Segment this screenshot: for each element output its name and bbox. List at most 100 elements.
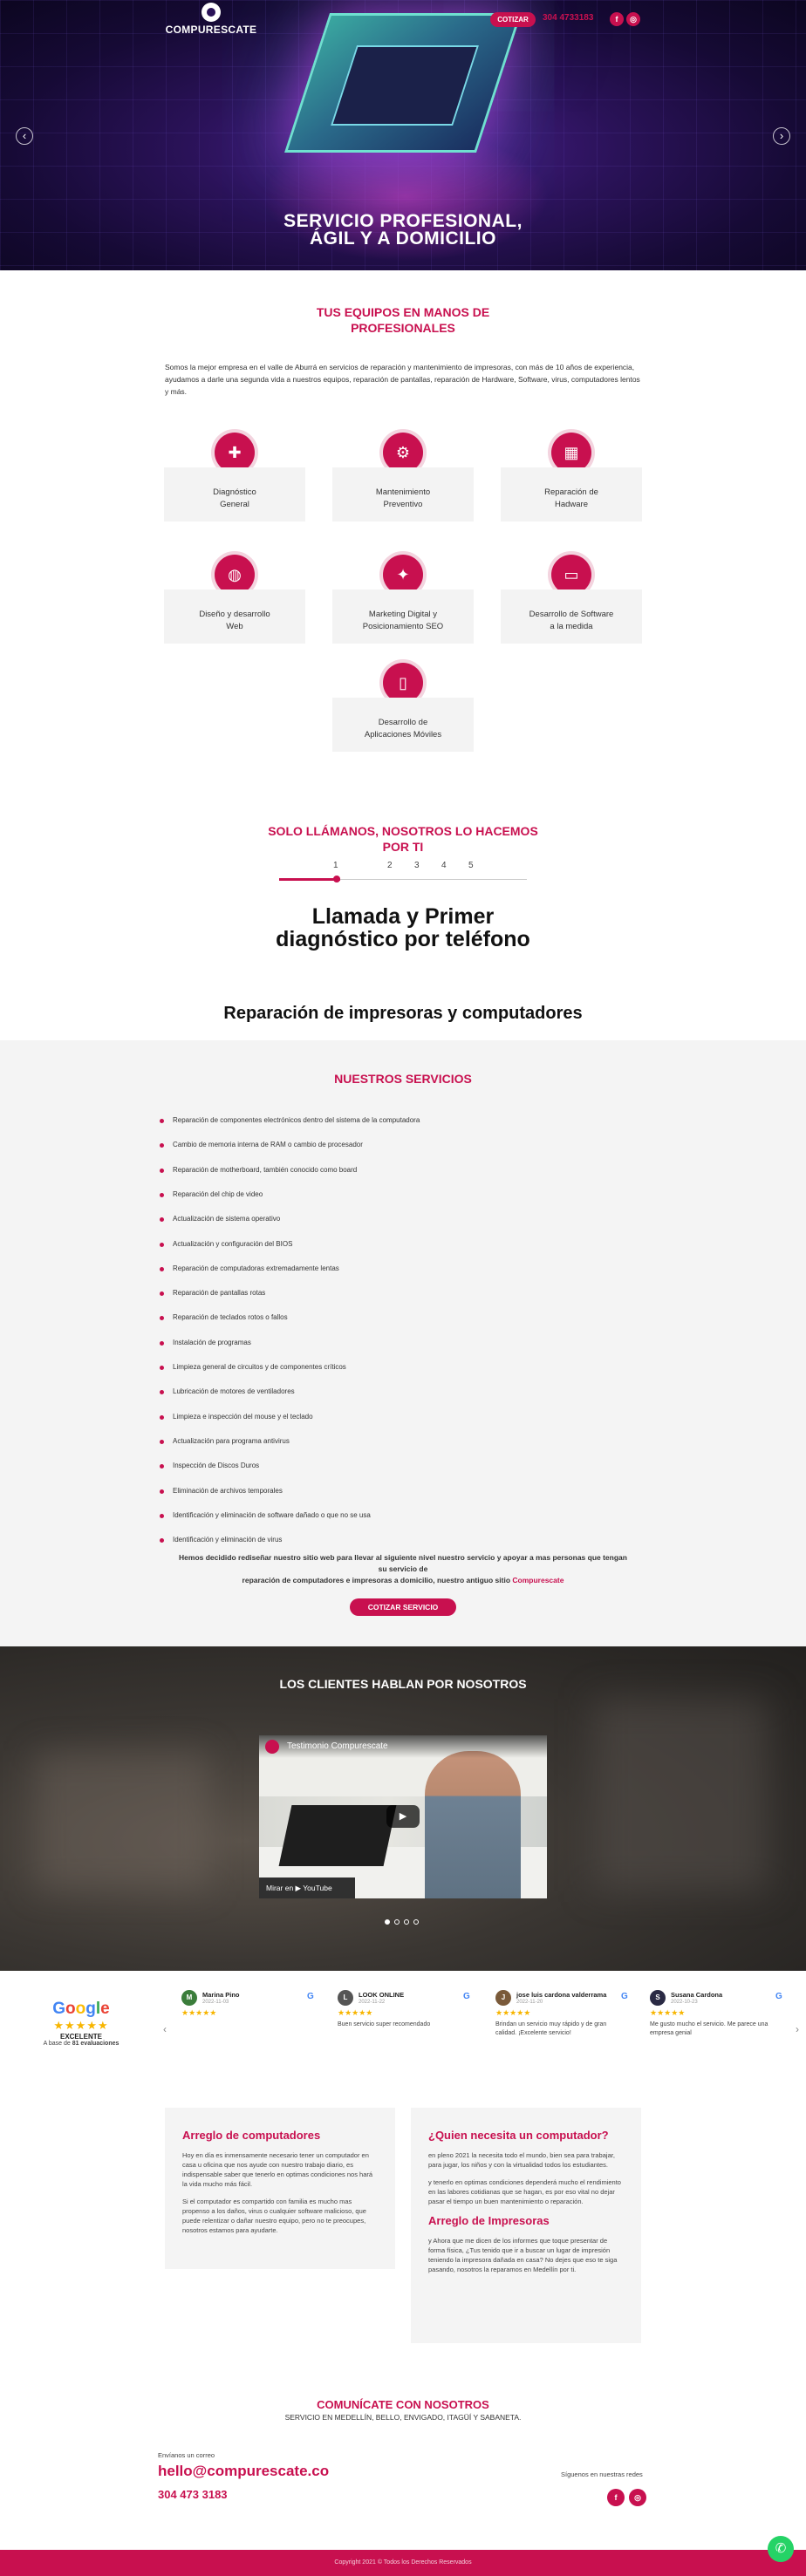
- carousel-dot-2[interactable]: [394, 1919, 400, 1925]
- review-text: Buen servicio super recomendado: [338, 2021, 431, 2027]
- hero-prev-arrow-icon[interactable]: ‹: [16, 127, 33, 145]
- service-card-label: Desarrollo de: [378, 718, 428, 727]
- google-rating-summary: Google ★★★★★ EXCELENTE A base de 81 eval…: [42, 2000, 120, 2047]
- google-logo: Google: [52, 2000, 110, 2018]
- channel-logo-icon: [265, 1740, 279, 1754]
- article-title: Arreglo de Impresoras: [428, 2214, 550, 2227]
- list-bullet-icon: [160, 1169, 164, 1173]
- service-card-label: General: [220, 500, 249, 509]
- review-card: Jjose luis cardona valderrama 2022-11-20 G…: [495, 1990, 644, 2077]
- service-list-item: Reparación de pantallas rotas: [173, 1289, 266, 1297]
- google-g-icon: G: [463, 1992, 470, 2001]
- services-note: Hemos decidido rediseñar nuestro sitio w…: [179, 1553, 627, 1584]
- intro-text: Somos la mejor empresa en el valle de Ab…: [165, 363, 640, 396]
- review-card: S Susana Cardona 2022-10-23 G ★★★★★ Me gusto …: [650, 1990, 798, 2077]
- repair-title: Reparación de impresoras y computadores: [223, 1004, 583, 1023]
- avatar: L: [338, 1990, 353, 2006]
- instagram-icon[interactable]: ◎: [626, 12, 640, 26]
- list-bullet-icon: [160, 1291, 164, 1296]
- carousel-dot-4[interactable]: [413, 1919, 419, 1925]
- review-date: 2022-11-22: [359, 2000, 386, 2005]
- reviewer-name: Susana Cardona: [671, 1991, 723, 1999]
- whatsapp-icon[interactable]: ✆: [768, 2536, 794, 2562]
- step-tab-5[interactable]: 5: [468, 861, 474, 870]
- service-list-item: Limpieza general de circuitos y de compo…: [173, 1363, 346, 1371]
- carousel-dot-1[interactable]: [385, 1919, 390, 1925]
- service-list-item: Instalación de programas: [173, 1339, 251, 1346]
- service-list-item: Identificación y eliminación de software…: [173, 1511, 371, 1519]
- header-phone-link[interactable]: 304 4733183: [543, 13, 593, 23]
- hero-title: SERVICIO PROFESIONAL, ÁGIL Y A DOMICILIO: [283, 211, 523, 249]
- steps-progress-dot: [333, 876, 340, 883]
- service-list-item: Limpieza e inspección del mouse y el tec…: [173, 1413, 313, 1421]
- step-tab-3[interactable]: 3: [414, 861, 420, 870]
- step-tab-2[interactable]: 2: [387, 861, 393, 870]
- review-date: 2022-11-03: [202, 2000, 229, 2005]
- service-card-label: Mantenimiento: [375, 487, 431, 497]
- article-paragraph: y tenerlo en optimas condiciones depende…: [428, 2178, 621, 2205]
- list-bullet-icon: [160, 1538, 164, 1543]
- avatar: J: [495, 1990, 511, 2006]
- step-tab-1[interactable]: 1: [333, 861, 338, 870]
- reviewer-name: Marina Pino: [202, 1991, 240, 1999]
- list-bullet-icon: [160, 1464, 164, 1469]
- rating-word: EXCELENTE: [59, 2033, 102, 2041]
- list-bullet-icon: [160, 1390, 164, 1394]
- site-logo[interactable]: COMPURESCATE: [163, 3, 259, 36]
- step-tab-4[interactable]: 4: [441, 861, 447, 870]
- hero-slider: SERVICIO PROFESIONAL, ÁGIL Y A DOMICILIO: [0, 0, 806, 270]
- avatar: S: [650, 1990, 666, 2006]
- list-bullet-icon: [160, 1514, 164, 1518]
- service-list-item: Inspección de Discos Duros: [173, 1462, 260, 1469]
- article-title: Arreglo de computadores: [182, 2129, 321, 2142]
- facebook-icon[interactable]: f: [610, 12, 624, 26]
- steps-title: SOLO LLÁMANOS, NOSOTROS LO HACEMOS POR T…: [268, 824, 538, 854]
- contact-subtitle: SERVICIO EN MEDELLÍN, BELLO, ENVIGADO, I…: [284, 2413, 522, 2422]
- google-g-icon: G: [307, 1992, 314, 2001]
- service-card-label: Preventivo: [383, 500, 423, 509]
- play-icon[interactable]: ▶: [386, 1805, 420, 1828]
- logo-icon: [202, 3, 221, 22]
- service-list-item: Actualización y configuración del BIOS: [173, 1240, 293, 1248]
- list-bullet-icon: [160, 1341, 164, 1346]
- laptop-image: [278, 1805, 397, 1866]
- person-image: [425, 1751, 521, 1898]
- review-text: Brindan un servicio muy rápido y de gran…: [495, 2021, 607, 2036]
- facebook-icon[interactable]: f: [607, 2489, 625, 2506]
- service-card-label: Web: [226, 622, 243, 631]
- testimonial-video[interactable]: Testimonio Compurescate ▶ Mirar en ▶ You…: [259, 1735, 547, 1898]
- list-bullet-icon: [160, 1143, 164, 1148]
- article-paragraph: y Ahora que me dicen de los informes que…: [428, 2237, 618, 2273]
- service-list-item: Reparación del chip de video: [173, 1190, 263, 1198]
- service-list-item: Reparación de computadoras extremadament…: [173, 1264, 339, 1272]
- list-bullet-icon: [160, 1193, 164, 1197]
- list-bullet-icon: [160, 1316, 164, 1320]
- service-card-label: Marketing Digital y: [368, 610, 438, 619]
- list-bullet-icon: [160, 1489, 164, 1494]
- instagram-icon[interactable]: ◎: [629, 2489, 646, 2506]
- phone-link[interactable]: 304 473 3183: [158, 2488, 228, 2501]
- reviewer-name: LOOK ONLINE: [359, 1991, 405, 1999]
- contact-title: COMUNÍCATE CON NOSOTROS: [317, 2398, 489, 2411]
- old-site-link[interactable]: Compurescate: [512, 1576, 564, 1584]
- service-card-label: Reparación de: [544, 487, 598, 497]
- cotizar-button[interactable]: COTIZAR: [490, 12, 536, 27]
- article-paragraph: Hoy en día es inmensamente necesario ten…: [182, 2151, 373, 2188]
- hero-next-arrow-icon[interactable]: ›: [773, 127, 790, 145]
- rating-count: A base de 81 evaluaciones: [43, 2041, 120, 2047]
- google-g-icon: G: [621, 1992, 628, 2001]
- article-arreglo-computadores: Arreglo de computadores Hoy en día es in…: [165, 2108, 395, 2269]
- service-list-item: Reparación de componentes electrónicos d…: [173, 1116, 420, 1124]
- reviews-prev-icon[interactable]: ‹: [163, 2023, 167, 2035]
- cotizar-servicio-button[interactable]: COTIZAR SERVICIO: [350, 1598, 456, 1616]
- email-link[interactable]: hello@compurescate.co: [158, 2463, 329, 2480]
- review-stars: ★★★★★: [181, 2008, 217, 2017]
- article-title: ¿Quien necesita un computador?: [428, 2129, 609, 2142]
- intro-title: TUS EQUIPOS EN MANOS DE PROFESIONALES: [316, 305, 490, 335]
- carousel-dot-3[interactable]: [404, 1919, 409, 1925]
- list-bullet-icon: [160, 1267, 164, 1271]
- review-stars: ★★★★★: [338, 2008, 373, 2017]
- service-list-item: Reparación de teclados rotos o fallos: [173, 1313, 288, 1321]
- watch-on-youtube[interactable]: Mirar en ▶ YouTube: [259, 1877, 355, 1898]
- steps-progress-fill: [279, 878, 340, 881]
